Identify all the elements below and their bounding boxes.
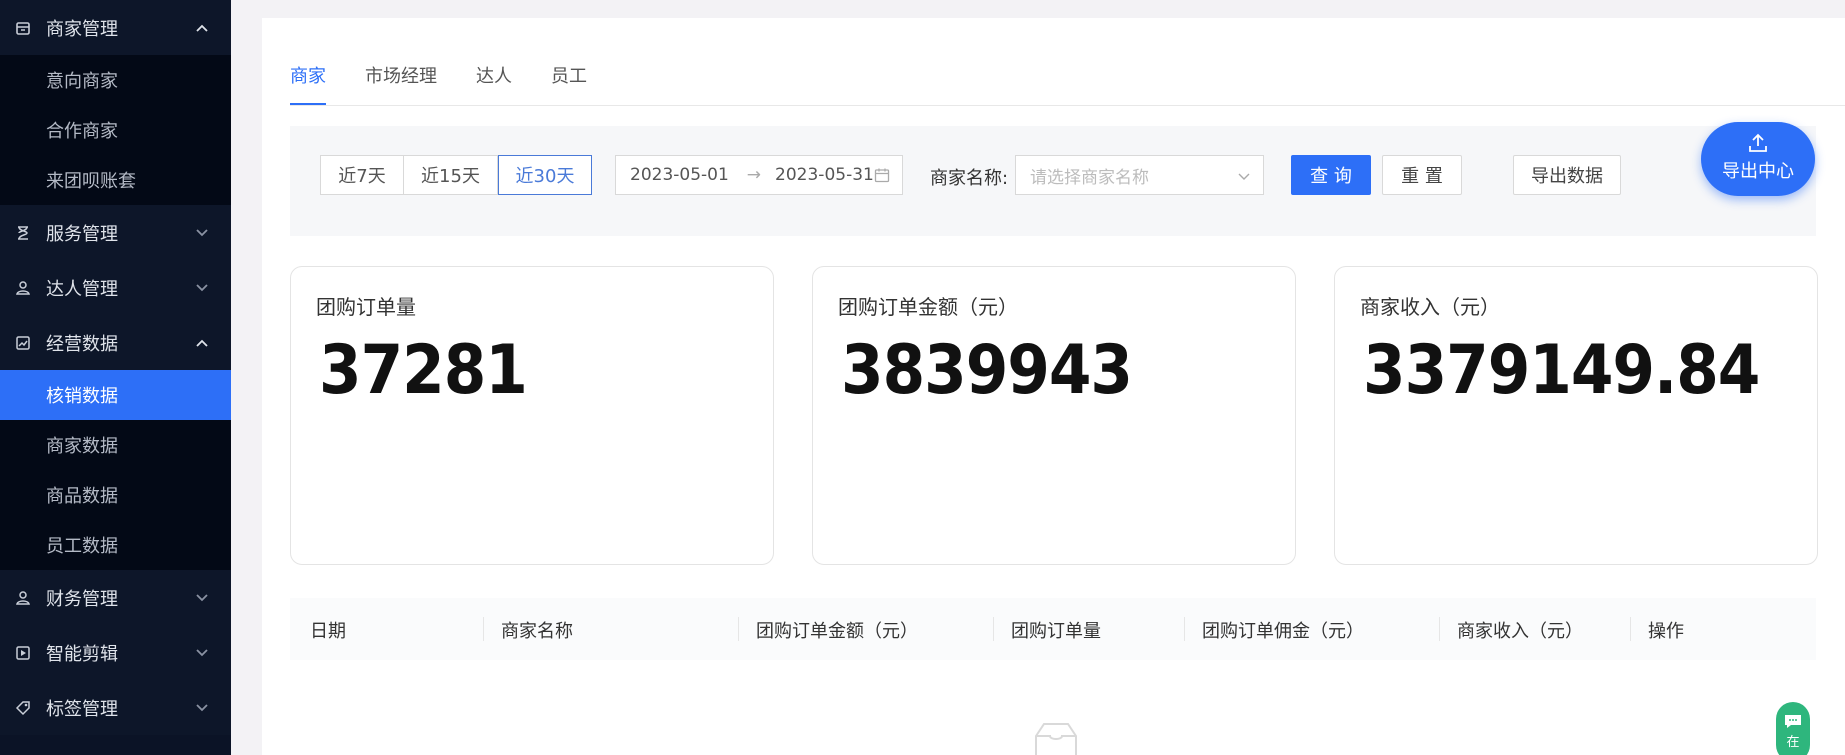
column-label: 团购订单金额（元） — [756, 621, 918, 642]
tab-staff[interactable]: 员工 — [551, 62, 587, 106]
stat-card-title: 团购订单金额（元） — [838, 295, 1018, 319]
tab-divider — [290, 105, 1845, 106]
stat-card-value: 37281 — [319, 331, 528, 410]
export-data-button[interactable]: 导出数据 — [1513, 155, 1621, 195]
tab-talent[interactable]: 达人 — [476, 62, 512, 106]
menu-group-label: 服务管理 — [46, 223, 118, 245]
export-center-button[interactable]: 导出中心 — [1701, 122, 1815, 196]
range-7-days-button[interactable]: 近7天 — [320, 155, 404, 195]
calendar-icon — [874, 167, 890, 183]
merchant-name-select[interactable]: 请选择商家名称 — [1015, 155, 1264, 195]
sidebar-item-staff-data[interactable]: 员工数据 — [0, 520, 231, 570]
column-label: 商家名称 — [501, 621, 573, 642]
chevron-down-icon — [193, 589, 211, 607]
sidebar-item-product-data[interactable]: 商品数据 — [0, 470, 231, 520]
column-header-order-commission: 团购订单佣金（元） — [1184, 617, 1364, 643]
main-panel: 商家 市场经理 达人 员工 近7天 近15天 近30天 2023-05-01 →… — [262, 18, 1845, 755]
menu-group-label: 经营数据 — [46, 333, 118, 355]
stat-card-title: 商家收入（元） — [1360, 295, 1500, 319]
store-icon — [14, 19, 32, 37]
chat-bubble-icon — [1784, 713, 1802, 729]
clip-icon — [14, 644, 32, 662]
hourglass-icon — [14, 224, 32, 242]
column-label: 团购订单量 — [1011, 621, 1101, 642]
menu-group-business-data[interactable]: 经营数据 — [0, 315, 231, 370]
tab-market-manager[interactable]: 市场经理 — [365, 62, 437, 106]
menu-group-talent[interactable]: 达人管理 — [0, 260, 231, 315]
tab-bar: 商家 市场经理 达人 员工 — [290, 62, 626, 106]
person-icon — [14, 589, 32, 607]
filter-bar: 近7天 近15天 近30天 2023-05-01 → 2023-05-31 商家… — [290, 126, 1816, 236]
tab-merchant[interactable]: 商家 — [290, 62, 326, 106]
chat-label: 在 — [1786, 735, 1800, 750]
person-icon — [14, 279, 32, 297]
menu-group-label: 达人管理 — [46, 278, 118, 300]
stat-card-merchant-income: 商家收入（元） 3379149.84 — [1334, 266, 1818, 565]
submenu-business-data: 核销数据 商家数据 商品数据 员工数据 — [0, 370, 231, 570]
column-header-merchant-name: 商家名称 — [483, 617, 573, 643]
start-date: 2023-05-01 — [630, 165, 729, 185]
chevron-down-icon — [193, 224, 211, 242]
menu-group-merchant[interactable]: 商家管理 — [0, 0, 231, 55]
table-header: 日期 商家名称 团购订单金额（元） 团购订单量 团购订单佣金（元） 商家收入（元… — [290, 598, 1816, 660]
stat-card-value: 3379149.84 — [1363, 331, 1760, 410]
menu-group-label: 商家管理 — [46, 18, 118, 40]
sidebar-item-merchant-data[interactable]: 商家数据 — [0, 420, 231, 470]
column-label: 团购订单佣金（元） — [1202, 621, 1364, 642]
stat-card-order-amount: 团购订单金额（元） 3839943 — [812, 266, 1296, 565]
query-button[interactable]: 查 询 — [1291, 155, 1371, 195]
column-header-order-amount: 团购订单金额（元） — [738, 617, 918, 643]
range-15-days-button[interactable]: 近15天 — [404, 155, 498, 195]
menu-group-label: 标签管理 — [46, 698, 118, 720]
column-header-merchant-income: 商家收入（元） — [1439, 617, 1583, 643]
chevron-down-icon — [193, 699, 211, 717]
column-header-actions: 操作 — [1630, 617, 1684, 643]
merchant-select-placeholder: 请选择商家名称 — [1030, 167, 1149, 188]
sidebar-item-account-set[interactable]: 来团呗账套 — [0, 155, 231, 205]
chevron-up-icon — [193, 334, 211, 352]
column-header-order-count: 团购订单量 — [993, 617, 1101, 643]
column-header-date: 日期 — [310, 621, 346, 642]
sidebar-item-partner-merchant[interactable]: 合作商家 — [0, 105, 231, 155]
menu-group-label: 财务管理 — [46, 588, 118, 610]
chevron-down-icon — [193, 644, 211, 662]
merchant-name-label: 商家名称: — [930, 168, 1009, 189]
range-30-days-button[interactable]: 近30天 — [498, 155, 592, 195]
chevron-up-icon — [193, 19, 211, 37]
stat-card-order-count: 团购订单量 37281 — [290, 266, 774, 565]
sidebar: 商家管理 意向商家 合作商家 来团呗账套 服务管理 达人管理 经营数据 核销数据… — [0, 0, 231, 755]
end-date: 2023-05-31 — [775, 165, 874, 185]
chart-icon — [14, 334, 32, 352]
menu-group-finance[interactable]: 财务管理 — [0, 570, 231, 625]
range-selector: 近7天 近15天 近30天 — [320, 155, 592, 195]
reset-button[interactable]: 重 置 — [1382, 155, 1462, 195]
export-center-label: 导出中心 — [1722, 161, 1794, 182]
menu-group-service[interactable]: 服务管理 — [0, 205, 231, 260]
online-chat-button[interactable]: 在 — [1776, 702, 1810, 755]
column-label: 商家收入（元） — [1457, 621, 1583, 642]
chevron-down-icon — [1237, 168, 1251, 188]
tag-icon — [14, 699, 32, 717]
chevron-down-icon — [193, 279, 211, 297]
upload-icon — [1746, 131, 1770, 155]
column-label: 操作 — [1648, 621, 1684, 642]
submenu-merchant: 意向商家 合作商家 来团呗账套 — [0, 55, 231, 205]
stat-card-title: 团购订单量 — [316, 295, 416, 319]
sidebar-item-verification-data[interactable]: 核销数据 — [0, 370, 231, 420]
arrow-right-icon: → — [746, 165, 762, 185]
date-range-picker[interactable]: 2023-05-01 → 2023-05-31 — [615, 155, 903, 195]
stat-card-value: 3839943 — [841, 331, 1133, 410]
menu-group-label: 智能剪辑 — [46, 643, 118, 665]
sidebar-item-intent-merchant[interactable]: 意向商家 — [0, 55, 231, 105]
menu-group-tags[interactable]: 标签管理 — [0, 680, 231, 735]
empty-box-icon — [1028, 720, 1084, 755]
menu-group-smart-clip[interactable]: 智能剪辑 — [0, 625, 231, 680]
